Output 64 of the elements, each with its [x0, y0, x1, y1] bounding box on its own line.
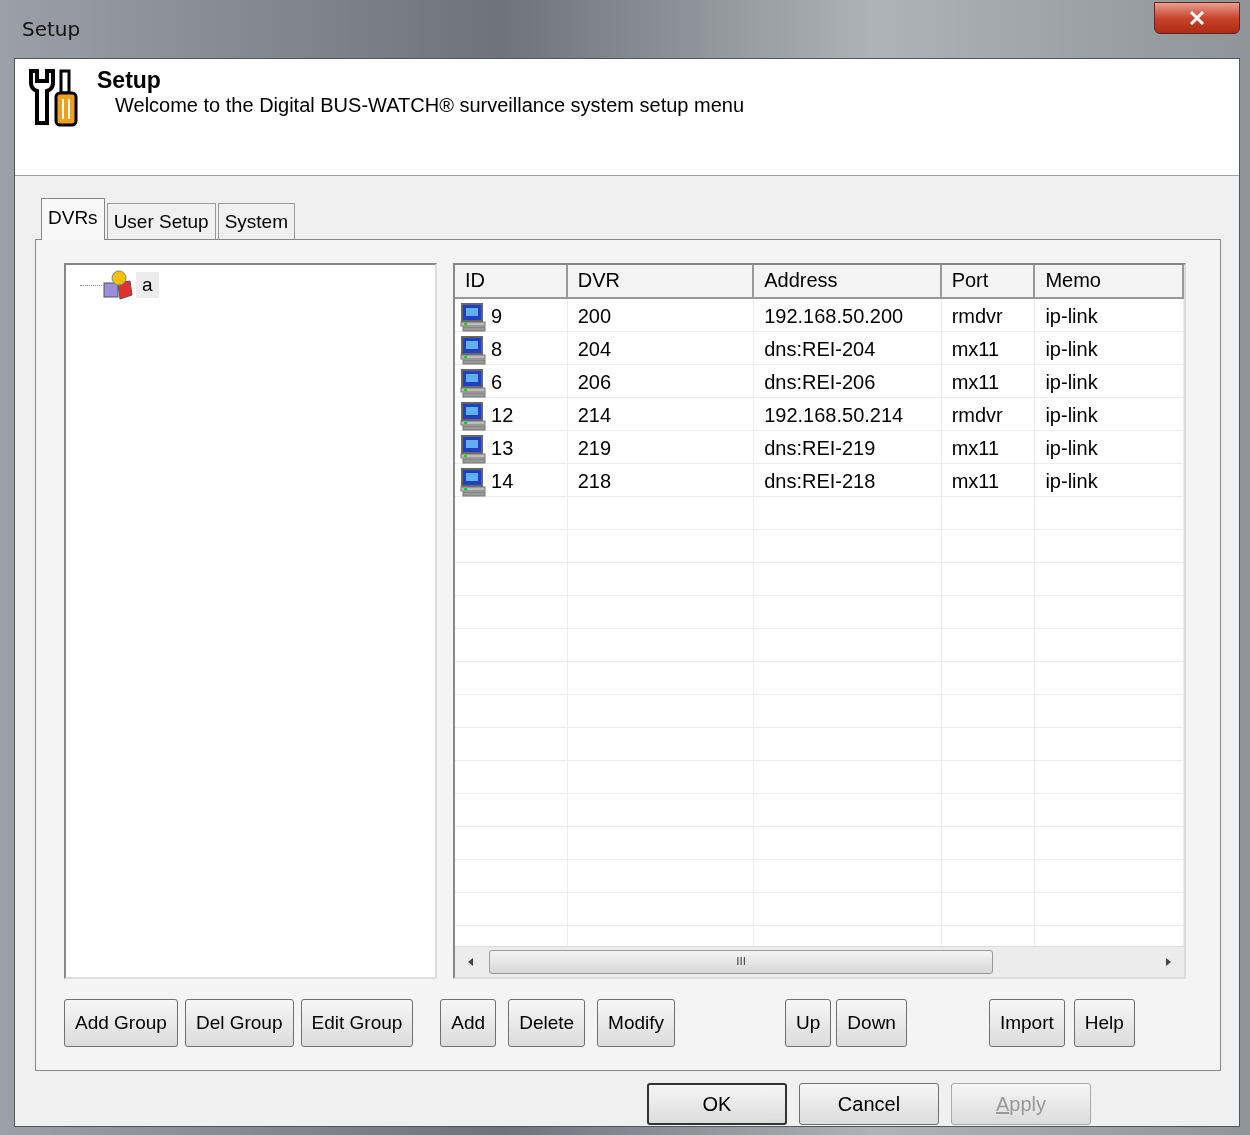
computer-icon	[459, 466, 489, 497]
action-button[interactable]: Import	[988, 999, 1065, 1047]
close-icon	[1189, 11, 1205, 25]
dvr-button[interactable]: Modify	[597, 999, 676, 1047]
header-subtitle: Welcome to the Digital BUS-WATCH® surveillance system setup menu	[115, 94, 744, 117]
group-button[interactable]: Add Group	[64, 999, 178, 1047]
horizontal-scrollbar[interactable]: III	[455, 946, 1184, 977]
action-button[interactable]: Help	[1073, 999, 1135, 1047]
table-cell: 214	[577, 404, 612, 427]
table-cell: dns:REI-218	[764, 470, 876, 493]
tree-item[interactable]: a	[136, 272, 159, 298]
table-cell: 13	[491, 437, 514, 460]
computer-icon	[459, 301, 489, 332]
table-cell: 192.168.50.200	[764, 305, 904, 328]
column-header[interactable]: Memo	[1035, 265, 1184, 297]
computer-icon	[459, 433, 489, 464]
table-cell: ip-link	[1045, 305, 1098, 328]
dialog-button[interactable]: Cancel	[799, 1083, 939, 1125]
table-cell: mx11	[951, 338, 1000, 361]
table-cell: rmdvr	[951, 305, 1003, 328]
table-cell: mx11	[951, 371, 1000, 394]
table-cell: ip-link	[1045, 371, 1098, 394]
table-cell: 9	[491, 305, 503, 328]
table-cell: dns:REI-219	[764, 437, 876, 460]
table-cell: ip-link	[1045, 437, 1098, 460]
tab[interactable]: DVRs	[41, 198, 105, 240]
table-cell: rmdvr	[951, 404, 1003, 427]
order-button[interactable]: Up	[785, 999, 832, 1047]
table-cell: mx11	[951, 470, 1000, 493]
table-cell: 219	[577, 437, 612, 460]
column-header[interactable]: Address	[754, 265, 942, 297]
scrollbar-thumb[interactable]: III	[489, 950, 993, 974]
table-cell: dns:REI-206	[764, 371, 876, 394]
close-button[interactable]	[1154, 2, 1240, 34]
table-cell: 204	[577, 338, 612, 361]
header-title: Setup	[97, 67, 162, 94]
computer-icon	[459, 400, 489, 431]
dvr-button[interactable]: Add	[440, 999, 497, 1047]
table-cell: 206	[577, 371, 612, 394]
column-header[interactable]: DVR	[567, 265, 755, 297]
table-cell: ip-link	[1045, 338, 1098, 361]
table-cell: 218	[577, 470, 612, 493]
table-cell: 8	[491, 338, 503, 361]
table-cell: 14	[491, 470, 514, 493]
table-cell: 200	[577, 305, 612, 328]
dvr-button[interactable]: Delete	[508, 999, 586, 1047]
table-cell: 192.168.50.214	[764, 404, 904, 427]
window-title: Setup	[22, 17, 81, 41]
order-button[interactable]: Down	[836, 999, 907, 1047]
table-cell: 12	[491, 404, 514, 427]
tab[interactable]: User Setup	[106, 203, 216, 239]
table-cell: ip-link	[1045, 470, 1098, 493]
tab[interactable]: System	[217, 203, 296, 239]
group-button[interactable]: Edit Group	[300, 999, 414, 1047]
computer-icon	[459, 334, 489, 365]
table-cell: ip-link	[1045, 404, 1098, 427]
table-cell: mx11	[951, 437, 1000, 460]
table-cell: dns:REI-204	[764, 338, 876, 361]
dialog-button[interactable]: OK	[647, 1083, 787, 1125]
computer-icon	[459, 367, 489, 398]
group-button[interactable]: Del Group	[184, 999, 294, 1047]
column-header[interactable]: ID	[455, 265, 568, 297]
table-cell: 6	[491, 371, 503, 394]
column-header[interactable]: Port	[941, 265, 1036, 297]
